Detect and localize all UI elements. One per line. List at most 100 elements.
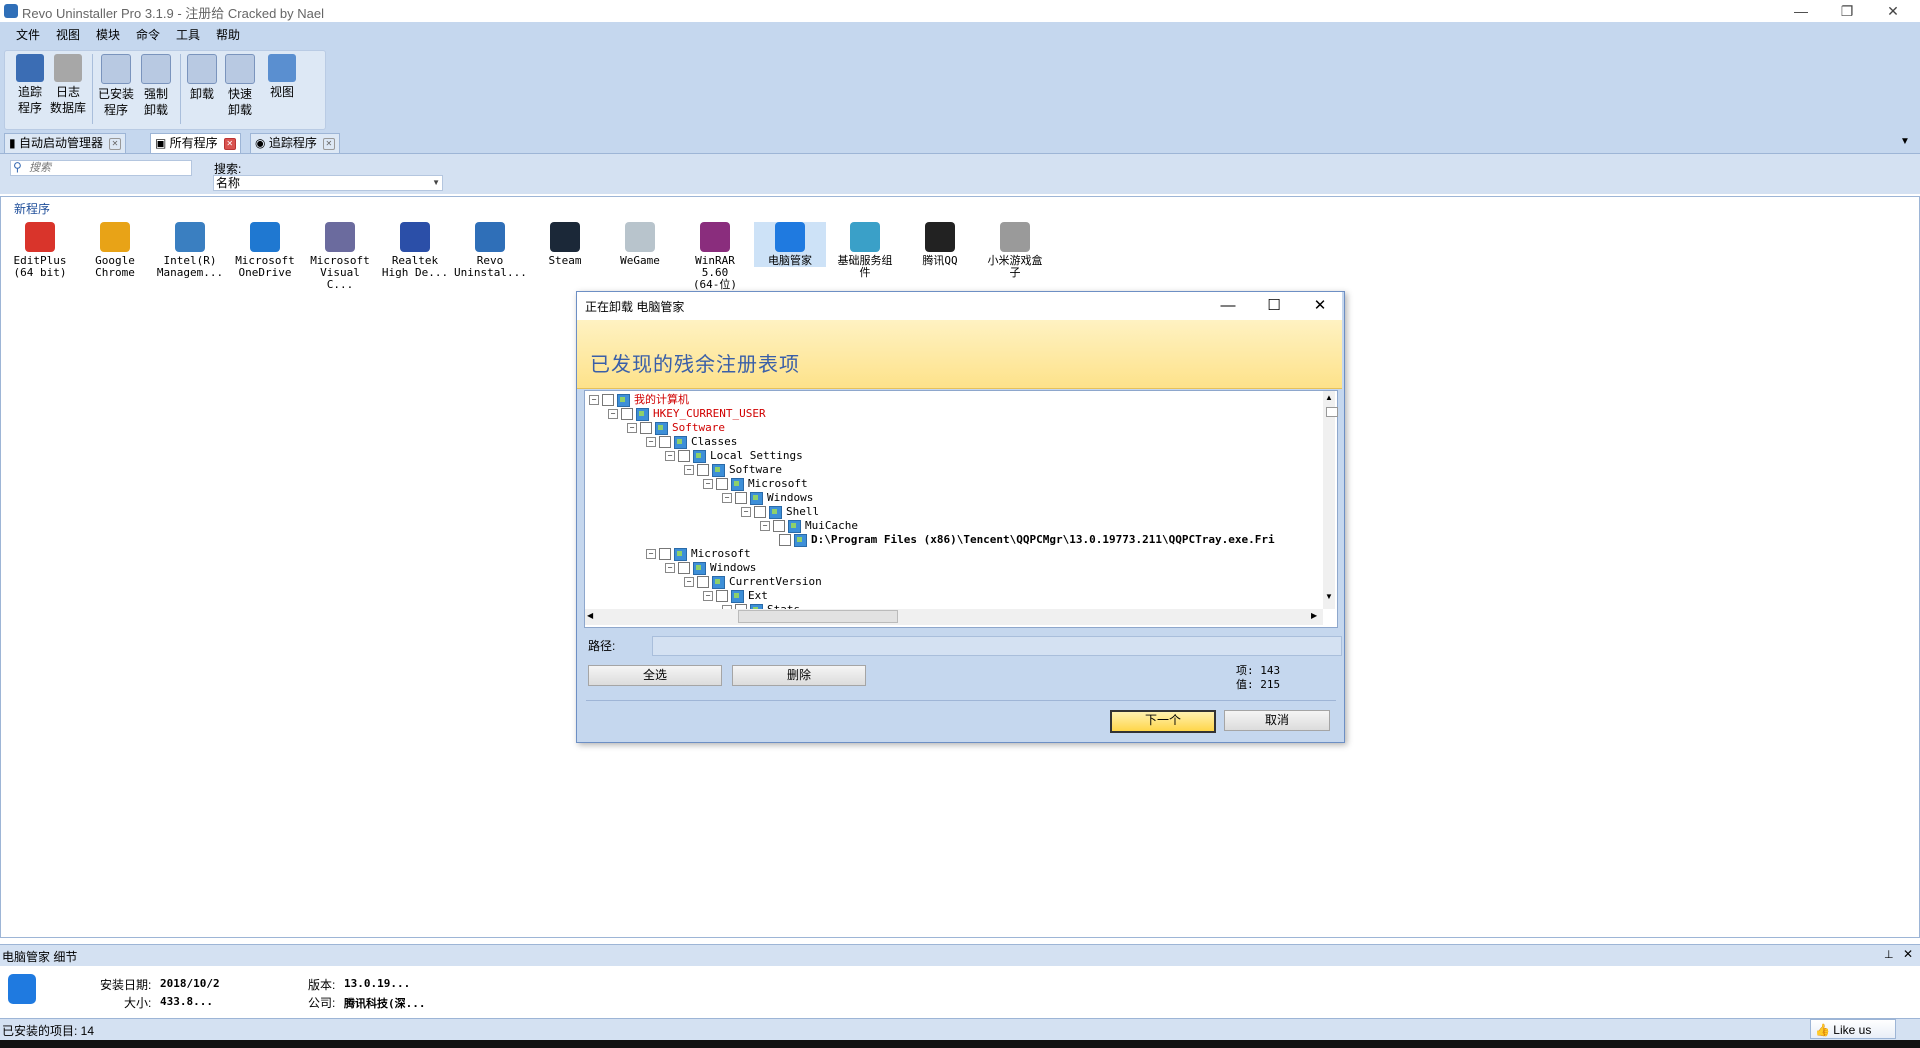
app-tile[interactable]: Steam bbox=[529, 222, 601, 267]
horizontal-scroll-thumb[interactable] bbox=[738, 610, 898, 623]
menu-commands[interactable]: 命令 bbox=[136, 26, 160, 43]
collapse-icon[interactable]: − bbox=[741, 507, 751, 517]
menu-view[interactable]: 视图 bbox=[56, 26, 80, 43]
tree-checkbox[interactable] bbox=[716, 590, 728, 602]
tab-autorun-manager[interactable]: ▮ 自动启动管理器 ✕ bbox=[4, 133, 126, 153]
tab-menu-chevron-icon[interactable]: ▼ bbox=[1900, 136, 1910, 147]
installed-programs-button[interactable]: 已安装 程序 bbox=[98, 54, 134, 118]
tree-checkbox[interactable] bbox=[779, 534, 791, 546]
quick-uninstall-button[interactable]: 快速 卸载 bbox=[222, 54, 258, 118]
cancel-button[interactable]: 取消 bbox=[1224, 710, 1330, 731]
scroll-right-icon[interactable]: ▶ bbox=[1311, 611, 1317, 620]
app-tile[interactable]: WeGame bbox=[604, 222, 676, 267]
app-tile[interactable]: 基础服务组件 bbox=[829, 222, 901, 279]
tree-row[interactable]: − Ext bbox=[703, 589, 768, 603]
tree-checkbox[interactable] bbox=[716, 478, 728, 490]
tree-row[interactable]: − Software bbox=[627, 421, 725, 435]
tree-checkbox[interactable] bbox=[640, 422, 652, 434]
tab-all-programs[interactable]: ▣ 所有程序 ✕ bbox=[150, 133, 241, 153]
like-us-button[interactable]: 👍 Like us bbox=[1810, 1019, 1896, 1039]
tree-row[interactable]: − Microsoft bbox=[646, 547, 751, 561]
search-field-select[interactable]: 名称 ▼ bbox=[213, 175, 443, 191]
app-tile[interactable]: Microsoft Visual C... bbox=[304, 222, 376, 291]
search-input[interactable] bbox=[10, 160, 192, 176]
collapse-icon[interactable]: − bbox=[684, 465, 694, 475]
scroll-left-icon[interactable]: ◀ bbox=[587, 611, 593, 620]
registry-tree[interactable]: − 我的计算机 − HKEY_CURRENT_USER − Software − Classe… bbox=[584, 390, 1338, 628]
menu-modules[interactable]: 模块 bbox=[96, 26, 120, 43]
tree-checkbox[interactable] bbox=[697, 576, 709, 588]
next-button[interactable]: 下一个 bbox=[1110, 710, 1216, 733]
collapse-icon[interactable]: − bbox=[608, 409, 618, 419]
app-tile[interactable]: Intel(R) Managem... bbox=[154, 222, 226, 279]
scroll-down-icon[interactable]: ▼ bbox=[1325, 592, 1333, 601]
dialog-close-button[interactable]: ✕ bbox=[1298, 292, 1342, 320]
tree-row[interactable]: − Windows bbox=[665, 561, 756, 575]
collapse-icon[interactable]: − bbox=[665, 563, 675, 573]
tab-close-icon[interactable]: ✕ bbox=[322, 137, 335, 150]
tree-horizontal-scrollbar[interactable] bbox=[585, 609, 1323, 625]
collapse-icon[interactable]: − bbox=[627, 423, 637, 433]
app-tile[interactable]: Revo Uninstal... bbox=[454, 222, 527, 279]
tree-checkbox[interactable] bbox=[697, 464, 709, 476]
collapse-icon[interactable]: − bbox=[665, 451, 675, 461]
scroll-up-icon[interactable]: ▲ bbox=[1325, 393, 1333, 402]
minimize-button[interactable]: — bbox=[1778, 0, 1824, 22]
app-tile[interactable]: Google Chrome bbox=[79, 222, 151, 279]
app-tile[interactable]: Realtek High De... bbox=[379, 222, 451, 279]
app-tile[interactable]: Microsoft OneDrive bbox=[229, 222, 301, 279]
tab-traced-programs[interactable]: ◉ 追踪程序 ✕ bbox=[250, 133, 340, 153]
menu-help[interactable]: 帮助 bbox=[216, 26, 240, 43]
uninstall-button[interactable]: 卸载 bbox=[184, 54, 220, 102]
tree-row[interactable]: − Shell bbox=[741, 505, 819, 519]
pin-icon[interactable]: ⊥ bbox=[1884, 948, 1894, 961]
tree-checkbox[interactable] bbox=[678, 450, 690, 462]
view-button[interactable]: 视图 bbox=[264, 54, 300, 100]
hunter-mode-button[interactable]: 追踪 程序 bbox=[12, 54, 48, 116]
app-tile[interactable]: 电脑管家 bbox=[754, 222, 826, 267]
app-tile[interactable]: 腾讯QQ bbox=[904, 222, 976, 267]
collapse-icon[interactable]: − bbox=[760, 521, 770, 531]
collapse-icon[interactable]: − bbox=[684, 577, 694, 587]
dialog-maximize-button[interactable]: ☐ bbox=[1252, 292, 1296, 320]
tree-checkbox[interactable] bbox=[659, 548, 671, 560]
collapse-icon[interactable]: − bbox=[703, 591, 713, 601]
collapse-icon[interactable]: − bbox=[589, 395, 599, 405]
app-tile[interactable]: 小米游戏盒子 bbox=[979, 222, 1051, 279]
tree-row[interactable]: − Software bbox=[684, 463, 782, 477]
collapse-icon[interactable]: − bbox=[703, 479, 713, 489]
tab-close-icon[interactable]: ✕ bbox=[108, 137, 121, 150]
menu-tools[interactable]: 工具 bbox=[176, 26, 200, 43]
tree-checkbox[interactable] bbox=[735, 492, 747, 504]
tree-row[interactable]: − Windows bbox=[722, 491, 813, 505]
tree-row[interactable]: − 我的计算机 bbox=[589, 393, 689, 407]
collapse-icon[interactable]: − bbox=[646, 549, 656, 559]
delete-button[interactable]: 删除 bbox=[732, 665, 866, 686]
tab-close-icon[interactable]: ✕ bbox=[223, 137, 236, 150]
forced-uninstall-button[interactable]: 强制 卸载 bbox=[138, 54, 174, 118]
tree-checkbox[interactable] bbox=[754, 506, 766, 518]
tree-row[interactable]: − MuiCache bbox=[760, 519, 858, 533]
tree-vertical-scrollbar[interactable] bbox=[1323, 391, 1335, 609]
tree-row[interactable]: D:\Program Files (x86)\Tencent\QQPCMgr\1… bbox=[779, 533, 1275, 547]
logs-database-button[interactable]: 日志 数据库 bbox=[50, 54, 86, 116]
app-tile[interactable]: EditPlus (64 bit) bbox=[4, 222, 76, 279]
tree-checkbox[interactable] bbox=[602, 394, 614, 406]
menu-file[interactable]: 文件 bbox=[16, 26, 40, 43]
tree-checkbox[interactable] bbox=[773, 520, 785, 532]
tree-row[interactable]: − Local Settings bbox=[665, 449, 803, 463]
dialog-minimize-button[interactable]: — bbox=[1206, 292, 1250, 320]
tree-checkbox[interactable] bbox=[659, 436, 671, 448]
tree-row[interactable]: − Classes bbox=[646, 435, 737, 449]
tree-checkbox[interactable] bbox=[621, 408, 633, 420]
tree-row[interactable]: − Microsoft bbox=[703, 477, 808, 491]
details-close-icon[interactable]: ✕ bbox=[1903, 947, 1913, 961]
close-button[interactable]: ✕ bbox=[1870, 0, 1916, 22]
restore-button[interactable]: ❐ bbox=[1824, 0, 1870, 22]
app-tile[interactable]: WinRAR 5.60 (64-位) bbox=[679, 222, 751, 291]
collapse-icon[interactable]: − bbox=[646, 437, 656, 447]
tree-row[interactable]: − HKEY_CURRENT_USER bbox=[608, 407, 766, 421]
collapse-icon[interactable]: − bbox=[722, 493, 732, 503]
select-all-button[interactable]: 全选 bbox=[588, 665, 722, 686]
vertical-scroll-thumb[interactable] bbox=[1326, 407, 1338, 417]
